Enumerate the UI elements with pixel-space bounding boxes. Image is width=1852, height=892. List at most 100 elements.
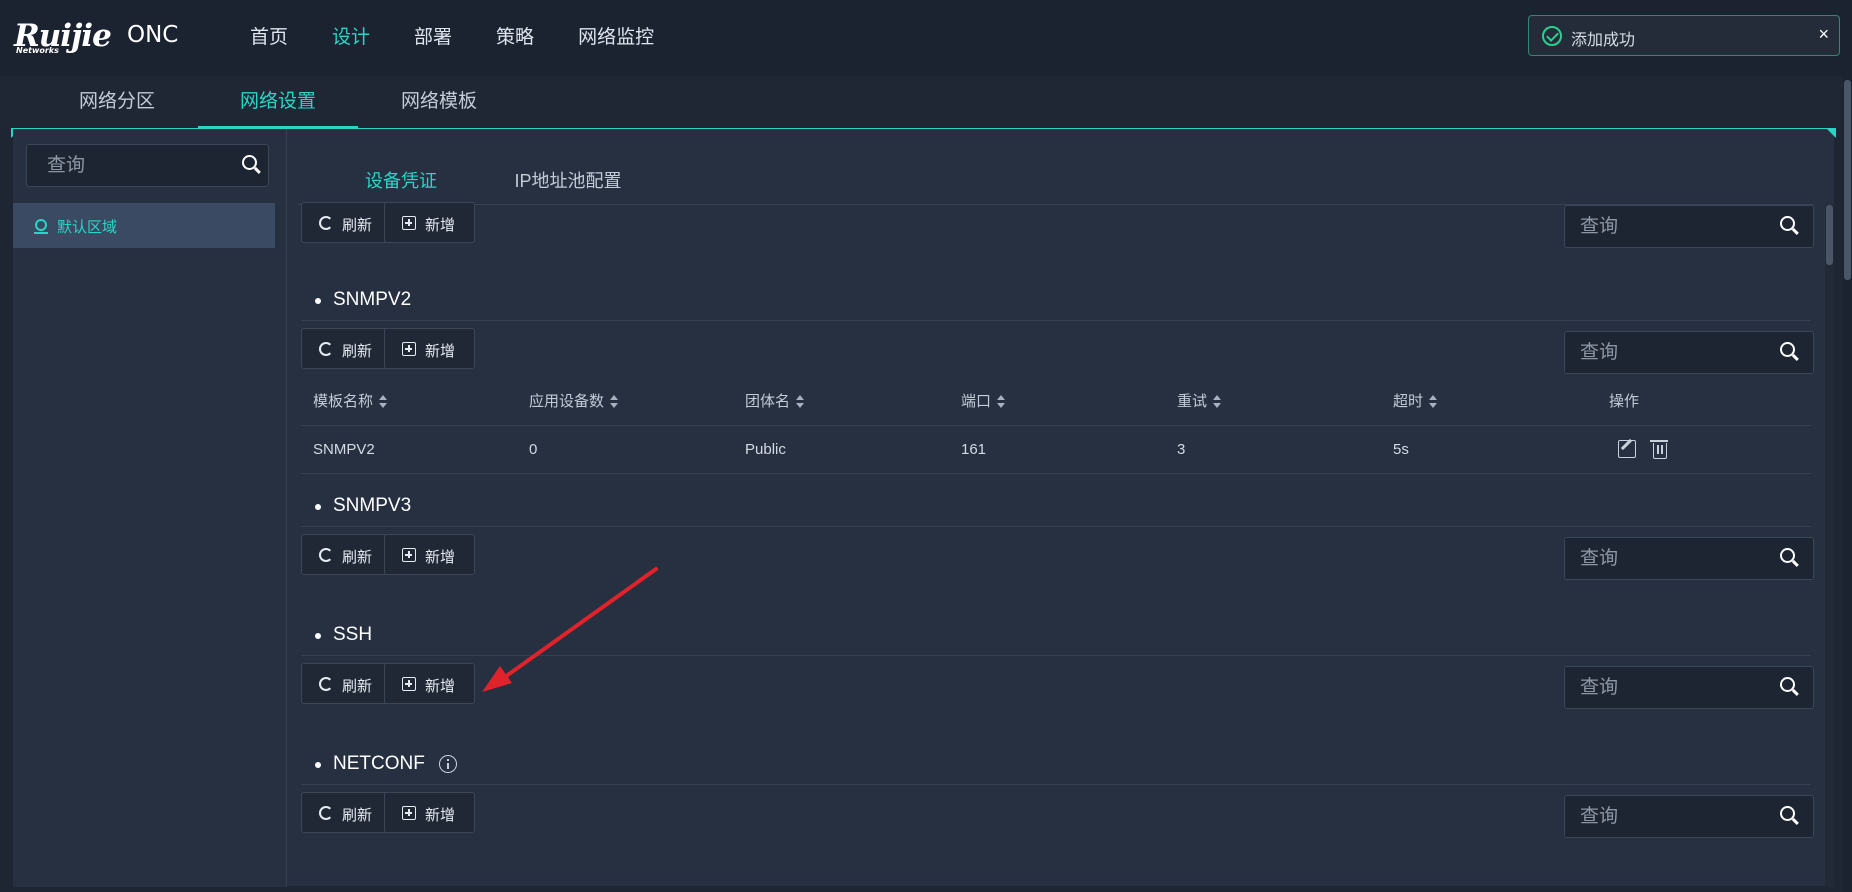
add-button[interactable]: 新增: [384, 792, 475, 833]
add-icon: [402, 677, 416, 691]
add-button[interactable]: 新增: [384, 534, 475, 575]
add-button[interactable]: 新增: [384, 328, 475, 369]
tab-ip-pool-config[interactable]: IP地址池配置: [498, 168, 638, 204]
add-label: 新增: [425, 807, 456, 824]
section-search-box: [1564, 537, 1814, 580]
sort-icon[interactable]: [1429, 395, 1438, 409]
column-header-actions: 操作: [1609, 393, 1640, 410]
column-header[interactable]: 重试: [1177, 378, 1222, 426]
cell-retry: 3: [1177, 441, 1186, 458]
table-row: SNMPV2 0 Public 161 3 5s: [301, 426, 1811, 474]
search-icon[interactable]: [1780, 548, 1800, 568]
nav-home[interactable]: 首页: [228, 0, 310, 76]
column-label: 应用设备数: [529, 393, 605, 410]
success-toast: 添加成功 ×: [1528, 15, 1840, 56]
logo-product: ONC: [127, 22, 179, 48]
tab-network-template[interactable]: 网络模板: [384, 76, 494, 128]
content-scrollbar[interactable]: [1825, 205, 1834, 887]
nav-design[interactable]: 设计: [310, 0, 392, 76]
tree-item-label: 默认区域: [57, 219, 118, 236]
top-header: Ruijie Networks ONC 首页 设计 部署 策略 网络监控 添加成…: [0, 0, 1852, 76]
refresh-label: 刷新: [342, 678, 373, 695]
nav-deploy[interactable]: 部署: [392, 0, 474, 76]
search-icon[interactable]: [242, 155, 262, 175]
section-search-input[interactable]: [1565, 667, 1765, 708]
add-label: 新增: [425, 343, 456, 360]
column-label: 团体名: [745, 393, 791, 410]
section-search-box: [1564, 205, 1814, 248]
refresh-icon: [319, 342, 333, 356]
cell-template-name: SNMPV2: [313, 441, 375, 458]
tab-network-settings[interactable]: 网络设置: [198, 76, 358, 128]
cell-timeout: 5s: [1393, 441, 1409, 458]
tree-item-default-zone[interactable]: 默认区域: [13, 203, 275, 248]
search-icon[interactable]: [1780, 216, 1800, 236]
nav-policy[interactable]: 策略: [474, 0, 556, 76]
sort-icon[interactable]: [1213, 395, 1222, 409]
page-scrollbar[interactable]: [1843, 76, 1852, 892]
column-header[interactable]: 应用设备数: [529, 378, 619, 426]
section-search-box: [1564, 331, 1814, 374]
section-search-input[interactable]: [1565, 206, 1765, 247]
refresh-button[interactable]: 刷新: [301, 792, 392, 833]
column-header[interactable]: 超时: [1393, 378, 1438, 426]
zone-sidebar: 默认区域: [13, 129, 287, 887]
column-label: 端口: [961, 393, 992, 410]
refresh-icon: [319, 806, 333, 820]
credentials-content: 设备凭证 IP地址池配置 刷新 新增 SNMPV2: [288, 129, 1834, 887]
refresh-button[interactable]: 刷新: [301, 328, 392, 369]
sort-icon[interactable]: [997, 395, 1006, 409]
column-label: 模板名称: [313, 393, 374, 410]
bullet-dot: [315, 762, 321, 768]
sort-icon[interactable]: [379, 395, 388, 409]
refresh-label: 刷新: [342, 549, 373, 566]
search-icon[interactable]: [1780, 677, 1800, 697]
section-top-toolbar: 刷新 新增: [301, 202, 1814, 256]
add-button[interactable]: 新增: [384, 202, 475, 243]
content-scrollbar-thumb[interactable]: [1826, 205, 1833, 265]
add-icon: [402, 342, 416, 356]
section-header: NETCONF: [301, 745, 1811, 785]
refresh-icon: [319, 216, 333, 230]
refresh-icon: [319, 677, 333, 691]
add-icon: [402, 806, 416, 820]
section-snmpv3: SNMPV3 刷新 新增: [301, 487, 1814, 607]
sort-icon[interactable]: [796, 395, 805, 409]
column-header[interactable]: 模板名称: [313, 378, 388, 426]
search-icon[interactable]: [1780, 342, 1800, 362]
ruijie-logo[interactable]: Ruijie Networks ONC: [14, 18, 184, 58]
sub-nav: 网络分区 网络设置 网络模板: [0, 76, 1852, 128]
refresh-button[interactable]: 刷新: [301, 202, 392, 243]
refresh-button[interactable]: 刷新: [301, 534, 392, 575]
main-frame: 默认区域 设备凭证 IP地址池配置 刷新 新增: [13, 128, 1834, 887]
refresh-label: 刷新: [342, 343, 373, 360]
inner-tabs: 设备凭证 IP地址池配置: [298, 129, 1814, 205]
logo-subtext: Networks: [16, 46, 59, 55]
info-icon[interactable]: [439, 755, 457, 773]
page-scrollbar-thumb[interactable]: [1844, 80, 1851, 280]
section-ssh: SSH 刷新 新增: [301, 616, 1814, 736]
tab-device-credentials[interactable]: 设备凭证: [334, 168, 468, 204]
zone-search-input[interactable]: [27, 145, 227, 186]
section-search-input[interactable]: [1565, 332, 1765, 373]
section-netconf: NETCONF 刷新 新增: [301, 745, 1814, 865]
tab-network-zone[interactable]: 网络分区: [62, 76, 172, 128]
nav-monitor[interactable]: 网络监控: [556, 0, 676, 76]
table-header: 模板名称 应用设备数 团体名 端口 重试 超时 操作: [301, 378, 1811, 426]
refresh-button[interactable]: 刷新: [301, 663, 392, 704]
column-header[interactable]: 端口: [961, 378, 1006, 426]
section-title: SNMPV3: [333, 495, 412, 516]
edit-icon[interactable]: [1618, 440, 1636, 458]
section-title: SSH: [333, 624, 373, 645]
ssh-add-button[interactable]: 新增: [384, 663, 475, 704]
toast-close-button[interactable]: ×: [1818, 24, 1829, 45]
section-header: SNMPV2: [301, 281, 1811, 321]
column-header[interactable]: 团体名: [745, 378, 805, 426]
section-search-input[interactable]: [1565, 538, 1765, 579]
section-search-box: [1564, 666, 1814, 709]
search-icon[interactable]: [1780, 806, 1800, 826]
sort-icon[interactable]: [610, 395, 619, 409]
section-search-input[interactable]: [1565, 796, 1765, 837]
section-header: SSH: [301, 616, 1811, 656]
delete-icon[interactable]: [1650, 440, 1668, 459]
